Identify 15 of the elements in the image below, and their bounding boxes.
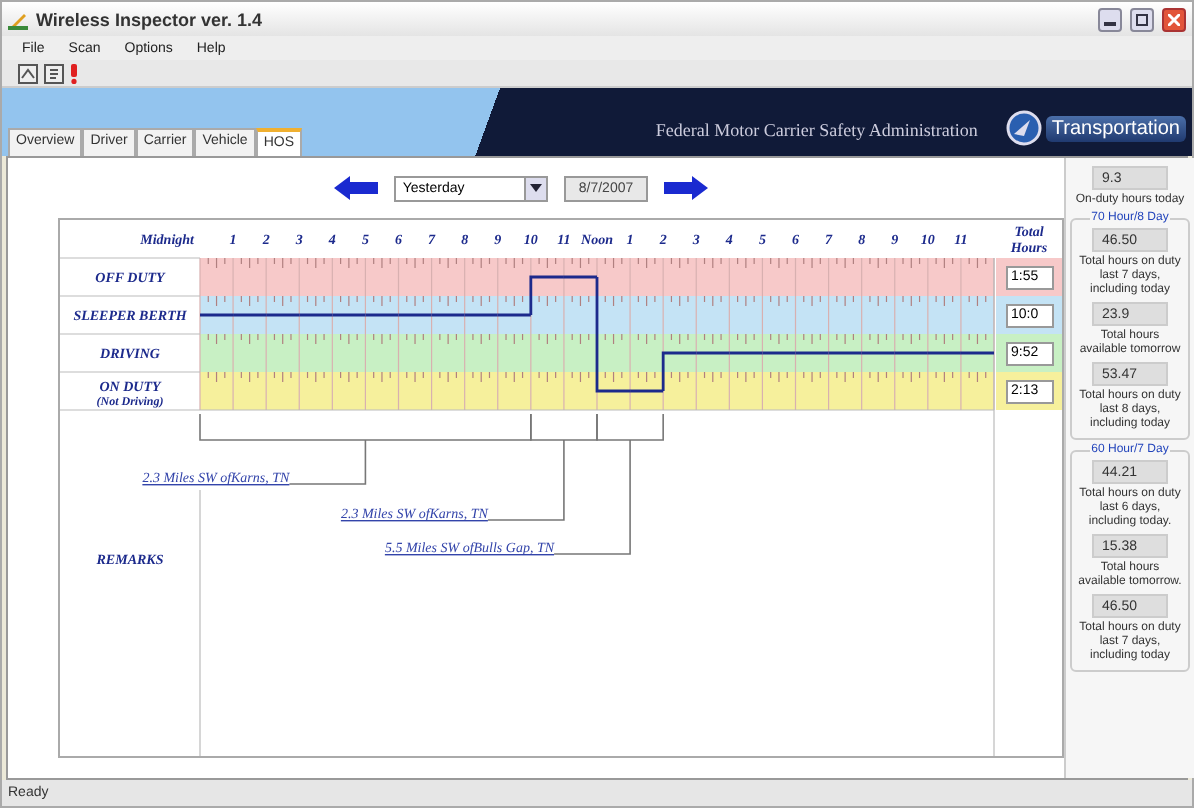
close-icon <box>1168 13 1180 25</box>
remark-leader-line <box>553 413 664 555</box>
minimize-button[interactable] <box>1098 7 1122 31</box>
pen-icon <box>8 9 28 29</box>
agency-name: Federal Motor Carrier Safety Administration <box>655 120 978 140</box>
right-arrow-icon[interactable] <box>663 176 708 200</box>
caret-icon <box>530 184 543 192</box>
department-name: Transportation <box>1045 115 1186 141</box>
page-icon[interactable] <box>44 63 64 83</box>
maximize-button[interactable] <box>1130 7 1154 31</box>
maximize-icon <box>1136 13 1148 25</box>
close-button[interactable] <box>1162 7 1186 31</box>
window-title: Wireless Inspector ver. 1.4 <box>36 9 264 29</box>
exclamation-icon[interactable] <box>70 63 78 83</box>
left-arrow-icon[interactable] <box>334 176 379 200</box>
